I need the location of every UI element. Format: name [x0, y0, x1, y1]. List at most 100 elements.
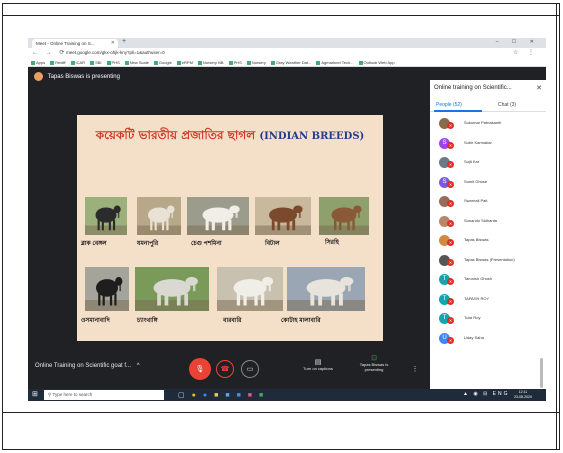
goat-breed-label: চেগু পশমিনা — [191, 241, 222, 247]
nav-buttons[interactable]: ← → ⟳ — [32, 49, 67, 56]
participant-name: Swarnali Pati — [464, 198, 488, 203]
store-icon[interactable]: ■ — [225, 392, 236, 399]
participant-name: TAPASH ROY — [464, 295, 490, 301]
bookmark-icon — [358, 60, 363, 65]
bookmark-item[interactable]: SBI — [90, 60, 102, 65]
taskview-icon[interactable]: ▢ — [178, 392, 192, 399]
meeting-title[interactable]: Online Training on Scientific goat f... … — [35, 363, 140, 369]
tab-close-icon[interactable]: ✕ — [111, 40, 115, 46]
bookmark-item[interactable]: PHS — [228, 60, 242, 65]
divider-top — [3, 15, 559, 16]
participant-row[interactable]: ✕ Tapas Biswas — [436, 233, 544, 247]
bookmark-item[interactable]: Nursery — [246, 60, 266, 65]
panel-header: Online training on Scientific... — [434, 85, 512, 91]
mic-muted-icon: ✕ — [447, 161, 454, 168]
participant-name: Subir Karmakar — [464, 139, 492, 145]
mic-muted-icon: ✕ — [447, 141, 454, 149]
bookmark-item[interactable]: ICAR — [70, 60, 85, 65]
slide-title-english: (INDIAN BREEDS) — [259, 131, 365, 142]
camera-button[interactable]: ▭ — [241, 360, 259, 378]
bookmark-item[interactable]: New Scale — [124, 60, 149, 65]
goat-photo — [287, 267, 365, 311]
bookmark-icon — [90, 60, 95, 65]
explorer-icon[interactable]: ■ — [214, 392, 225, 399]
tab-chat[interactable]: Chat (3) — [498, 102, 516, 108]
browser-tab[interactable]: Meet - Online Training on S... ✕ — [32, 39, 118, 48]
mic-muted-icon: ✕ — [447, 278, 454, 285]
participant-name: Tapas Biswas (Presentation) — [464, 256, 515, 262]
panel-scrollbar[interactable] — [540, 358, 543, 388]
bookmark-icon — [246, 60, 251, 65]
bookmark-item[interactable]: Nursery NB — [197, 60, 224, 65]
bookmark-star-icon[interactable]: ☆ ⋮ — [513, 49, 538, 56]
language-indicator: ENG — [492, 391, 510, 397]
participant-row[interactable]: ✕ Swarnali Pati — [436, 194, 544, 208]
bookmark-item[interactable]: Gray Weather Dat... — [270, 60, 312, 65]
taskbar-clock[interactable]: 12:11 23-08-2020 — [514, 390, 532, 399]
bookmark-label: Apps — [36, 60, 46, 65]
presenting-label: Tapas Biswas is presenting — [359, 362, 389, 372]
goat-breed-label: বিটাল — [265, 241, 280, 247]
new-tab-button[interactable]: + — [122, 38, 126, 45]
goat-photo — [319, 197, 369, 235]
bookmark-label: Google — [158, 60, 172, 65]
bookmark-item[interactable]: Google — [153, 60, 172, 65]
mic-off-button[interactable]: 🎙 — [189, 358, 211, 380]
goat-breed-label: ওসমানাবাদি — [81, 318, 110, 324]
bookmark-label: PHS — [111, 60, 120, 65]
windows-start-icon[interactable]: ⊞ — [32, 391, 40, 399]
participant-row[interactable]: ✕ Sunando Sidhanta — [436, 214, 544, 228]
bookmark-icon — [124, 60, 129, 65]
captions-button[interactable]: ▤ Turn on captions — [296, 358, 340, 371]
participant-row[interactable]: T ✕ Tarunish Ghosh — [436, 272, 544, 286]
divider-bottom — [3, 412, 559, 413]
slide-title: কয়েকটি ভারতীয় প্রজাতির ছাগল (INDIAN BR… — [77, 127, 383, 147]
meeting-title-text: Online Training on Scientific goat f... — [35, 363, 132, 369]
participant-row[interactable]: S ✕ Subir Karmakar — [436, 136, 544, 150]
panel-tabs: People (52) Chat (3) — [430, 100, 546, 112]
participant-row[interactable]: ✕ Sukumar Patnakanth — [436, 116, 544, 130]
end-call-button[interactable]: ☎ — [216, 360, 234, 378]
bookmark-item[interactable]: eRPM — [176, 60, 193, 65]
system-tray[interactable]: ▲ ◉ ⊟ ENG — [463, 391, 510, 397]
chrome-icon[interactable]: ● — [192, 392, 203, 399]
mic-muted-icon: ✕ — [447, 297, 454, 305]
participant-name: Sukumar Patnakanth — [464, 120, 502, 125]
window-controls[interactable]: – ☐ ✕ — [496, 39, 540, 45]
participant-row[interactable]: T ✕ TAPASH ROY — [436, 292, 544, 306]
participant-row[interactable]: ✕ Tapas Biswas (Presentation) — [436, 253, 544, 267]
windows-taskbar: ⊞ ⚲ Type here to search ▢●●■■■■■ ▲ ◉ ⊟ E… — [28, 389, 546, 401]
participant-row[interactable]: U ✕ Uday Saha — [436, 331, 544, 345]
bookmark-icon — [270, 60, 275, 65]
edge-icon[interactable]: ● — [203, 392, 214, 399]
taskbar-apps: ▢●●■■■■■ — [178, 391, 270, 399]
present-screen-icon: ⊡ — [371, 355, 377, 362]
mic-off-icon: 🎙 — [195, 366, 205, 373]
chevron-up-icon: ^ — [136, 363, 140, 369]
participant-row[interactable]: S ✕ Sumit Ghose — [436, 175, 544, 189]
mail-icon[interactable]: ■ — [237, 392, 248, 399]
bookmark-item[interactable]: Rediff — [50, 60, 66, 65]
captions-icon: ▤ — [314, 359, 322, 366]
mic-muted-icon: ✕ — [447, 180, 454, 188]
app-icon[interactable]: ■ — [259, 392, 270, 399]
bookmark-item[interactable]: Outlook Web App — [358, 60, 395, 65]
url-input[interactable]: meet.google.com/gkx-ohjk-kny?pli=1&authu… — [66, 50, 165, 55]
participant-row[interactable]: T ✕ Tulsi Roy — [436, 311, 544, 325]
bookmark-item[interactable]: Apps — [31, 60, 45, 65]
presenting-button[interactable]: ⊡ Tapas Biswas is presenting — [352, 354, 396, 372]
bookmark-label: Gray Weather Dat... — [275, 60, 312, 65]
app-icon[interactable]: ■ — [248, 392, 259, 399]
bookmarks-bar: Apps Rediff ICAR SBI PHS New Scale Google eRPM N… — [28, 58, 546, 67]
bookmark-item[interactable]: PHS — [106, 60, 120, 65]
mic-muted-icon: ✕ — [447, 219, 454, 227]
tab-people[interactable]: People (52) — [436, 102, 462, 108]
more-options-icon[interactable]: ⋮ — [410, 362, 420, 376]
bookmark-label: Outlook Web App — [363, 60, 395, 65]
participant-name: Tarunish Ghosh — [464, 276, 493, 281]
taskbar-search-input[interactable]: ⚲ Type here to search — [44, 390, 164, 400]
bookmark-item[interactable]: Agmarknet Tech... — [316, 60, 354, 65]
participant-row[interactable]: ✕ Sujit Kar — [436, 155, 544, 169]
close-icon[interactable]: ✕ — [536, 84, 542, 92]
clock-date: 23-08-2020 — [514, 394, 532, 399]
